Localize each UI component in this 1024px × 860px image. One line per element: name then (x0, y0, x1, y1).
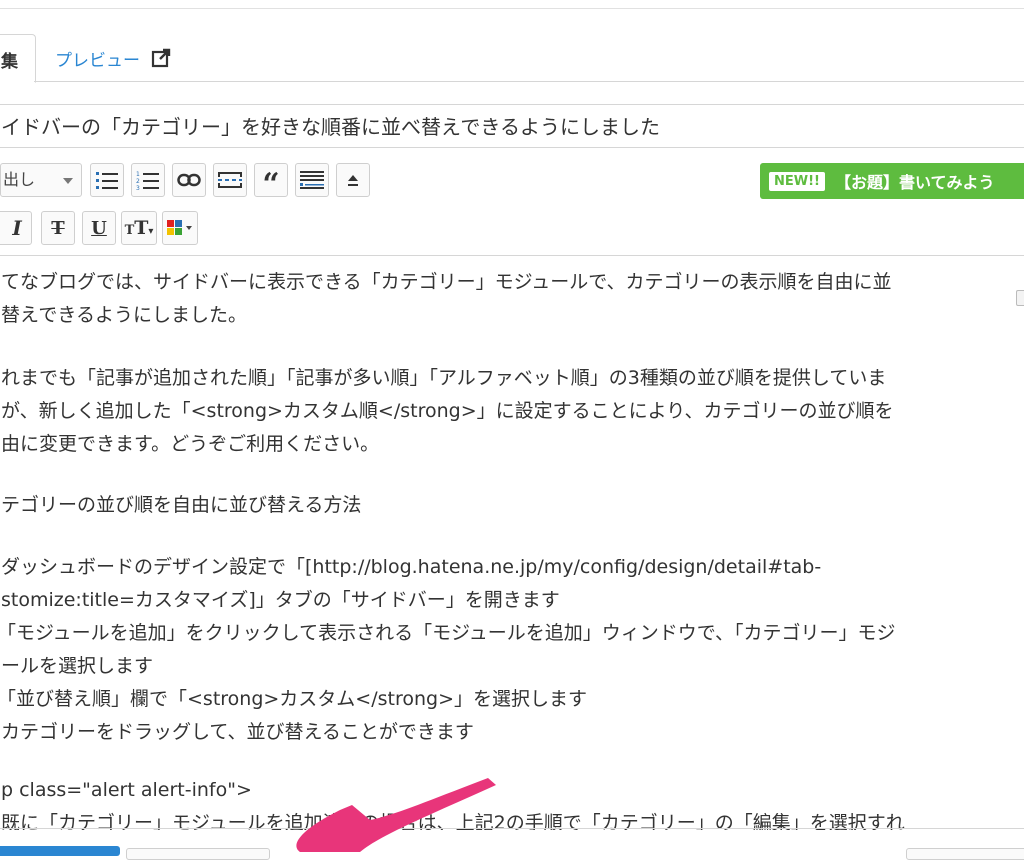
table-of-contents-button[interactable] (295, 163, 329, 197)
color-palette-icon (167, 220, 192, 235)
editor-body[interactable]: てなブログでは、サイドバーに表示できる「カテゴリー」モジュールで、カテゴリーの表… (0, 256, 1024, 830)
heading-select-value: 出し (3, 170, 36, 189)
side-tab-handle[interactable] (1016, 290, 1024, 306)
strikethrough-button[interactable]: T (41, 211, 75, 245)
tab-edit-label: 集 (1, 52, 18, 72)
svg-text:2: 2 (136, 178, 140, 185)
body-line: p class="alert alert-info"> (1, 779, 252, 801)
new-prompt-banner[interactable]: NEW!! 【お題】書いてみよう (760, 163, 1024, 199)
new-prompt-text: 【お題】書いてみよう (834, 173, 995, 192)
publish-button[interactable] (0, 846, 120, 856)
tab-preview-label: プレビュー (55, 50, 140, 71)
body-line: テゴリーの並び順を自由に並び替える方法 (1, 494, 362, 516)
external-link-icon (151, 48, 171, 68)
text-color-button[interactable] (162, 211, 198, 245)
text-size-icon: TT▾ (124, 217, 154, 239)
strikethrough-icon: T (51, 217, 65, 239)
editor-bottom-border (0, 828, 1024, 829)
body-line: 由に変更できます。どうぞご利用ください。 (1, 433, 380, 455)
upload-icon (348, 175, 358, 186)
tab-edit[interactable]: 集 (0, 34, 36, 83)
italic-icon: I (12, 216, 22, 240)
body-line: れまでも「記事が追加された順」「記事が多い順」「アルファベット順」の3種類の並び… (1, 367, 887, 389)
underline-icon: U (91, 217, 107, 239)
body-line: 既に「カテゴリー」モジュールを追加済みの場合は、上記2の手順で「カテゴリー」の「… (1, 812, 905, 830)
blockquote-button[interactable]: “ (254, 163, 288, 202)
link-icon (177, 173, 201, 187)
chevron-down-icon (63, 178, 73, 184)
body-line: ールを選択します (1, 655, 154, 677)
upload-button[interactable] (336, 163, 370, 197)
save-draft-button[interactable] (126, 848, 270, 860)
new-badge: NEW!! (769, 171, 825, 191)
editor-tabs: 集 プレビュー (0, 34, 1024, 83)
text-size-button[interactable]: TT▾ (121, 211, 157, 245)
body-line: カテゴリーをドラッグして、並び替えることができます (1, 721, 474, 743)
underline-button[interactable]: U (82, 211, 116, 245)
list-numbered-icon: 1 2 3 (136, 171, 159, 190)
tab-preview[interactable]: プレビュー (55, 44, 172, 72)
table-of-contents-icon (300, 171, 324, 189)
more-separator-icon (218, 172, 242, 188)
body-line: が、新しく追加した「<strong>カスタム順</strong>」に設定すること… (1, 400, 894, 422)
numbered-list-button[interactable]: 1 2 3 (131, 163, 165, 197)
svg-text:1: 1 (136, 171, 140, 178)
title-input[interactable]: イドバーの「カテゴリー」を好きな順番に並べ替えできるようにしました (0, 104, 1024, 148)
body-line: stomize:title=カスタマイズ]」タブの「サイドバー」を開きます (1, 589, 560, 611)
more-separator-button[interactable] (213, 163, 247, 197)
body-line: ダッシュボードのデザイン設定で「[http://blog.hatena.ne.j… (1, 556, 822, 578)
link-button[interactable] (172, 163, 206, 197)
list-bulleted-icon (96, 172, 118, 189)
top-divider (0, 8, 1024, 9)
body-line: 「並び替え順」欄で「<strong>カスタム</strong>」を選択します (0, 688, 588, 710)
heading-select[interactable]: 出し (0, 163, 82, 197)
body-line: てなブログでは、サイドバーに表示できる「カテゴリー」モジュールで、カテゴリーの表… (1, 271, 892, 293)
tabs-divider (34, 81, 1024, 82)
blockquote-icon: “ (262, 167, 280, 202)
bulleted-list-button[interactable] (90, 163, 124, 197)
svg-text:3: 3 (136, 185, 140, 190)
body-line: 「モジュールを追加」をクリックして表示される「モジュールを追加」ウィンドウで、「… (0, 622, 896, 644)
body-line: 替えできるようにしました。 (1, 304, 248, 326)
italic-button[interactable]: I (0, 211, 32, 245)
settings-button[interactable] (906, 848, 1024, 860)
